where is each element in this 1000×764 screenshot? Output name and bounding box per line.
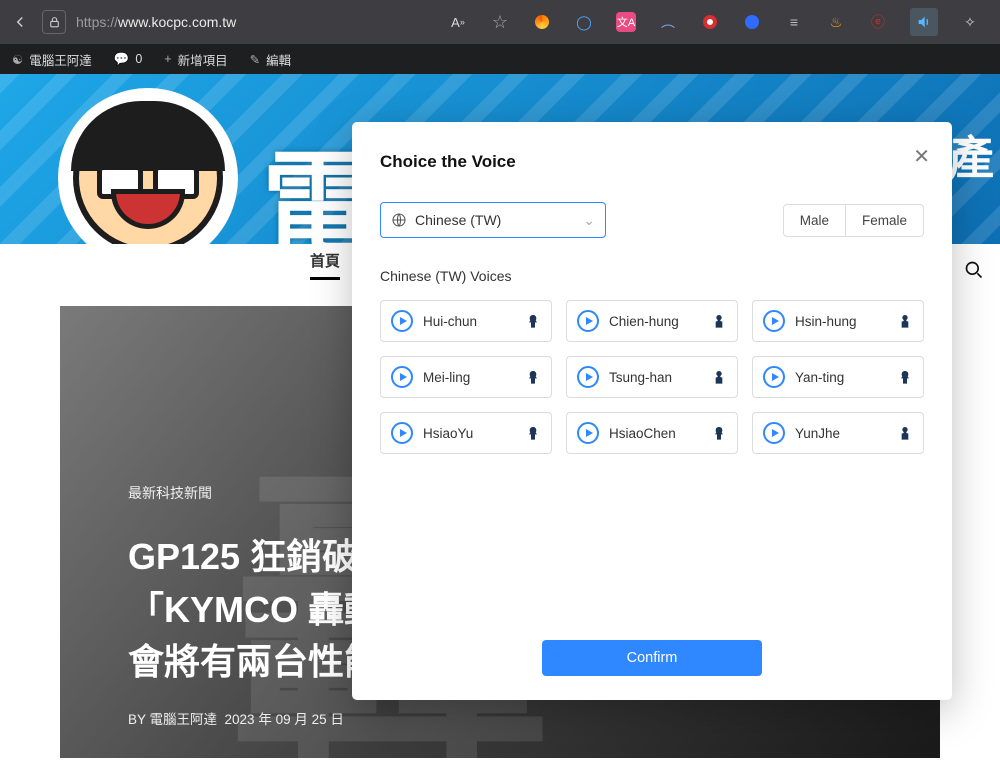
voice-option[interactable]: YunJhe: [752, 412, 924, 454]
play-icon[interactable]: [577, 422, 599, 444]
read-aloud-icon[interactable]: A»: [448, 12, 468, 32]
new-content-link[interactable]: + 新增項目: [164, 50, 227, 69]
plus-icon: +: [164, 52, 171, 66]
voices-subhead: Chinese (TW) Voices: [380, 268, 924, 284]
voice-name: Hui-chun: [423, 314, 477, 329]
voice-grid: Hui-chun Chien-hung Hsin-hung Mei-ling Tsung…: [380, 300, 924, 454]
hero-byline: BY 電腦王阿達 2023 年 09 月 25 日: [128, 708, 560, 728]
play-icon[interactable]: [577, 366, 599, 388]
ext-blue-icon[interactable]: [742, 12, 762, 32]
gender-female[interactable]: Female: [845, 205, 923, 236]
play-icon[interactable]: [577, 310, 599, 332]
ext-1password-icon[interactable]: ◯: [574, 12, 594, 32]
edit-label: 編輯: [266, 50, 291, 69]
person-female-icon: [525, 369, 541, 385]
voice-option[interactable]: Tsung-han: [566, 356, 738, 398]
ext-firefox-icon[interactable]: [532, 12, 552, 32]
edit-link[interactable]: ✎ 編輯: [250, 50, 292, 69]
ext-vpn-icon[interactable]: ︵: [658, 12, 678, 32]
nav-home[interactable]: 首頁: [310, 244, 340, 280]
person-female-icon: [525, 425, 541, 441]
globe-icon: [391, 212, 407, 228]
voice-name: Chien-hung: [609, 314, 679, 329]
modal-close-button[interactable]: ✕: [913, 144, 930, 169]
voice-name: HsiaoChen: [609, 426, 676, 441]
person-female-icon: [525, 313, 541, 329]
person-female-icon: [711, 425, 727, 441]
pencil-icon: ✎: [250, 52, 260, 67]
favorite-icon[interactable]: ☆: [490, 12, 510, 32]
ext-translate-icon[interactable]: 文A: [616, 12, 636, 32]
search-button[interactable]: [954, 250, 994, 290]
ext-equalizer-icon[interactable]: ≡: [784, 12, 804, 32]
extensions-menu-icon[interactable]: ✧: [960, 12, 980, 32]
comment-icon: 💬: [114, 52, 130, 67]
voice-option[interactable]: HsiaoYu: [380, 412, 552, 454]
play-icon[interactable]: [763, 422, 785, 444]
voice-option[interactable]: Chien-hung: [566, 300, 738, 342]
person-female-icon: [897, 369, 913, 385]
play-icon[interactable]: [391, 422, 413, 444]
voice-option[interactable]: Mei-ling: [380, 356, 552, 398]
ext-trend-icon[interactable]: ⓔ: [868, 12, 888, 32]
url-host: www.kocpc.com.tw: [118, 14, 236, 30]
gender-male[interactable]: Male: [784, 205, 845, 236]
confirm-button[interactable]: Confirm: [542, 640, 762, 676]
site-link[interactable]: ☯ 電腦王阿達: [12, 50, 92, 69]
banner-side-char: 產: [948, 122, 994, 188]
voice-name: Hsin-hung: [795, 314, 857, 329]
voice-name: Mei-ling: [423, 370, 470, 385]
play-icon[interactable]: [391, 310, 413, 332]
voice-option[interactable]: Yan-ting: [752, 356, 924, 398]
address-bar[interactable]: https://www.kocpc.com.tw: [76, 14, 236, 30]
voice-option[interactable]: Hui-chun: [380, 300, 552, 342]
person-male-icon: [711, 313, 727, 329]
comments-count: 0: [135, 52, 142, 66]
voice-name: Yan-ting: [795, 370, 844, 385]
ext-record-icon[interactable]: [700, 12, 720, 32]
language-select[interactable]: Chinese (TW) ⌄: [380, 202, 606, 238]
site-info-button[interactable]: [42, 10, 66, 34]
voice-name: YunJhe: [795, 426, 840, 441]
voice-option[interactable]: Hsin-hung: [752, 300, 924, 342]
ext-fire-icon[interactable]: ♨: [826, 12, 846, 32]
play-icon[interactable]: [763, 366, 785, 388]
site-name: 電腦王阿達: [29, 50, 92, 69]
voice-name: HsiaoYu: [423, 426, 473, 441]
person-male-icon: [897, 313, 913, 329]
voice-choice-modal: Choice the Voice ✕ Chinese (TW) ⌄ Male F…: [352, 122, 952, 700]
language-value: Chinese (TW): [415, 212, 501, 228]
gender-toggle: Male Female: [783, 204, 924, 237]
new-label: 新增項目: [178, 50, 228, 69]
voice-option[interactable]: HsiaoChen: [566, 412, 738, 454]
back-button[interactable]: [8, 10, 32, 34]
voice-name: Tsung-han: [609, 370, 672, 385]
site-avatar: [58, 88, 238, 244]
comments-link[interactable]: 💬 0: [114, 52, 143, 67]
wp-admin-bar: ☯ 電腦王阿達 💬 0 + 新增項目 ✎ 編輯: [0, 44, 1000, 74]
site-icon: ☯: [12, 52, 23, 67]
person-male-icon: [897, 425, 913, 441]
url-protocol: https://: [76, 14, 118, 30]
chevron-down-icon: ⌄: [583, 212, 595, 229]
browser-toolbar: https://www.kocpc.com.tw A» ☆ ◯ 文A ︵ ≡ ♨…: [0, 0, 1000, 44]
play-icon[interactable]: [391, 366, 413, 388]
ext-speaker-active-icon[interactable]: [910, 8, 938, 36]
play-icon[interactable]: [763, 310, 785, 332]
page-body: 電 產 首頁 轟 TIME T 電腦王阿達 http://www.kocpc.c…: [0, 74, 1000, 764]
person-male-icon: [711, 369, 727, 385]
modal-title: Choice the Voice: [380, 152, 924, 172]
